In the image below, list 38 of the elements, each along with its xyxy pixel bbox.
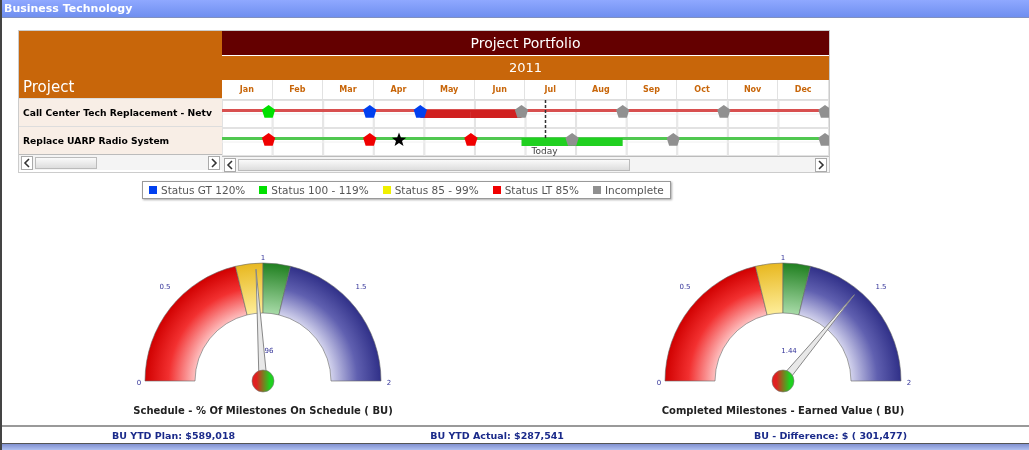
month-label: Apr <box>373 80 425 99</box>
footer-total: BU YTD Actual: $287,541 <box>430 429 564 441</box>
horizontal-scrollbar[interactable] <box>19 154 222 170</box>
month-label: Mar <box>323 80 374 99</box>
legend-label: Status GT 120% <box>161 184 246 196</box>
month-label: Dec <box>778 80 829 99</box>
legend-label: Status 100 - 119% <box>271 184 369 196</box>
footer-total: BU YTD Plan: $589,018 <box>112 429 236 441</box>
horizontal-scrollbar[interactable] <box>222 156 829 172</box>
today-line <box>544 99 547 141</box>
legend-label: Status 85 - 99% <box>394 184 479 196</box>
month-label: Nov <box>727 80 779 99</box>
chevron-right-icon[interactable] <box>815 157 827 172</box>
month-label: Feb <box>272 80 324 99</box>
chevron-right-icon[interactable] <box>208 155 220 170</box>
month-label: Oct <box>677 80 728 99</box>
project-header: Project <box>19 31 222 98</box>
project-name: Replace UARP Radio System <box>19 126 222 154</box>
year-header: 2011 <box>222 56 829 80</box>
legend-label: Status LT 85% <box>504 184 579 196</box>
month-label: Jan <box>222 80 273 99</box>
project-name: Call Center Tech Replacement - Netv <box>19 98 222 126</box>
month-label: Jul <box>525 80 577 99</box>
legend-label: Incomplete <box>604 184 664 196</box>
chart-title: Project Portfolio <box>222 31 829 56</box>
footer-total: BU - Difference: $ ( 301,477) <box>753 429 907 441</box>
month-label: Aug <box>576 80 627 99</box>
month-label: May <box>424 80 475 99</box>
gauge-title: Schedule - % Of Milestones On Schedule ( BU) <box>133 405 393 416</box>
gauge-title: Completed Milestones - Earned Value ( BU) <box>661 405 905 416</box>
chevron-left-icon[interactable] <box>21 155 33 170</box>
month-label: Jun <box>474 80 526 99</box>
today-label: Today <box>531 146 558 156</box>
needle-hub <box>771 369 795 393</box>
window-title: Business Technology <box>4 2 133 15</box>
month-label: Sep <box>626 80 678 99</box>
chevron-left-icon[interactable] <box>224 157 236 172</box>
needle-hub <box>251 369 275 393</box>
